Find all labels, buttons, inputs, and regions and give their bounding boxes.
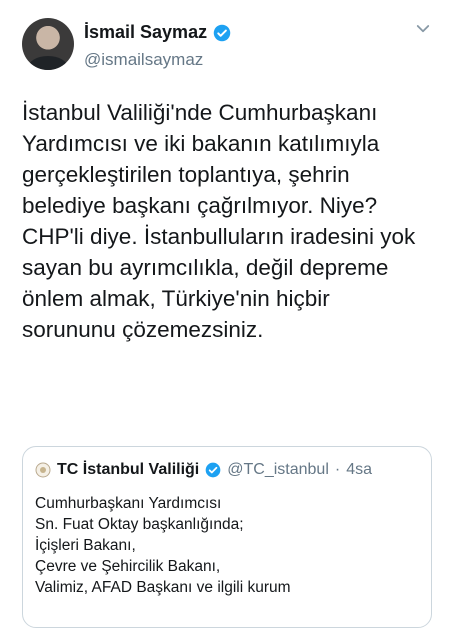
author-name-row: İsmail Saymaz — [84, 22, 231, 43]
tweet-line: Yardımcısı ve iki bakanın katılımıyla — [22, 131, 380, 156]
tweet-line: gerçekleştirilen toplantıya, şehrin — [22, 162, 350, 187]
tweet-line: sayan bu ayrımcılıkla, değil depreme — [22, 255, 389, 280]
quoted-author-handle[interactable]: @TC_istanbul — [227, 461, 329, 479]
chevron-down-icon[interactable] — [414, 20, 432, 38]
verified-badge-icon — [205, 462, 221, 478]
quoted-separator: · — [334, 461, 341, 478]
tweet-line: belediye başkanı çağrılmıyor. Niye? — [22, 193, 378, 218]
quoted-line: Valimiz, AFAD Başkanı ve ilgili kurum — [35, 579, 291, 596]
quoted-time[interactable]: 4sa — [346, 461, 372, 479]
tweet-header: İsmail Saymaz @ismailsaymaz — [22, 14, 432, 74]
quoted-header: TC İstanbul Valiliği @TC_istanbul · 4sa — [35, 461, 372, 479]
avatar[interactable] — [22, 18, 74, 70]
quoted-author-name[interactable]: TC İstanbul Valiliği — [57, 461, 199, 479]
quoted-tweet[interactable]: TC İstanbul Valiliği @TC_istanbul · 4sa … — [22, 446, 432, 628]
tc-crest-icon — [35, 462, 51, 478]
quoted-line: Cumhurbaşkanı Yardımcısı — [35, 495, 222, 512]
tweet-line: sorununu çözemezsiniz. — [22, 317, 264, 342]
verified-badge-icon — [213, 24, 231, 41]
tweet-text: İstanbul Valiliği'nde Cumhurbaşkanı Yard… — [22, 97, 436, 345]
author-handle[interactable]: @ismailsaymaz — [84, 50, 203, 70]
tweet-line: önlem almak, Türkiye'nin hiçbir — [22, 286, 330, 311]
quoted-line: Çevre ve Şehircilik Bakanı, — [35, 558, 221, 575]
author-name[interactable]: İsmail Saymaz — [84, 22, 207, 43]
tweet-line: CHP'li diye. İstanbulluların iradesini y… — [22, 224, 416, 249]
quoted-text: Cumhurbaşkanı Yardımcısı Sn. Fuat Oktay … — [35, 493, 291, 598]
tweet-line: İstanbul Valiliği'nde Cumhurbaşkanı — [22, 100, 378, 125]
quoted-line: İçişleri Bakanı, — [35, 537, 136, 554]
quoted-line: Sn. Fuat Oktay başkanlığında; — [35, 516, 244, 533]
